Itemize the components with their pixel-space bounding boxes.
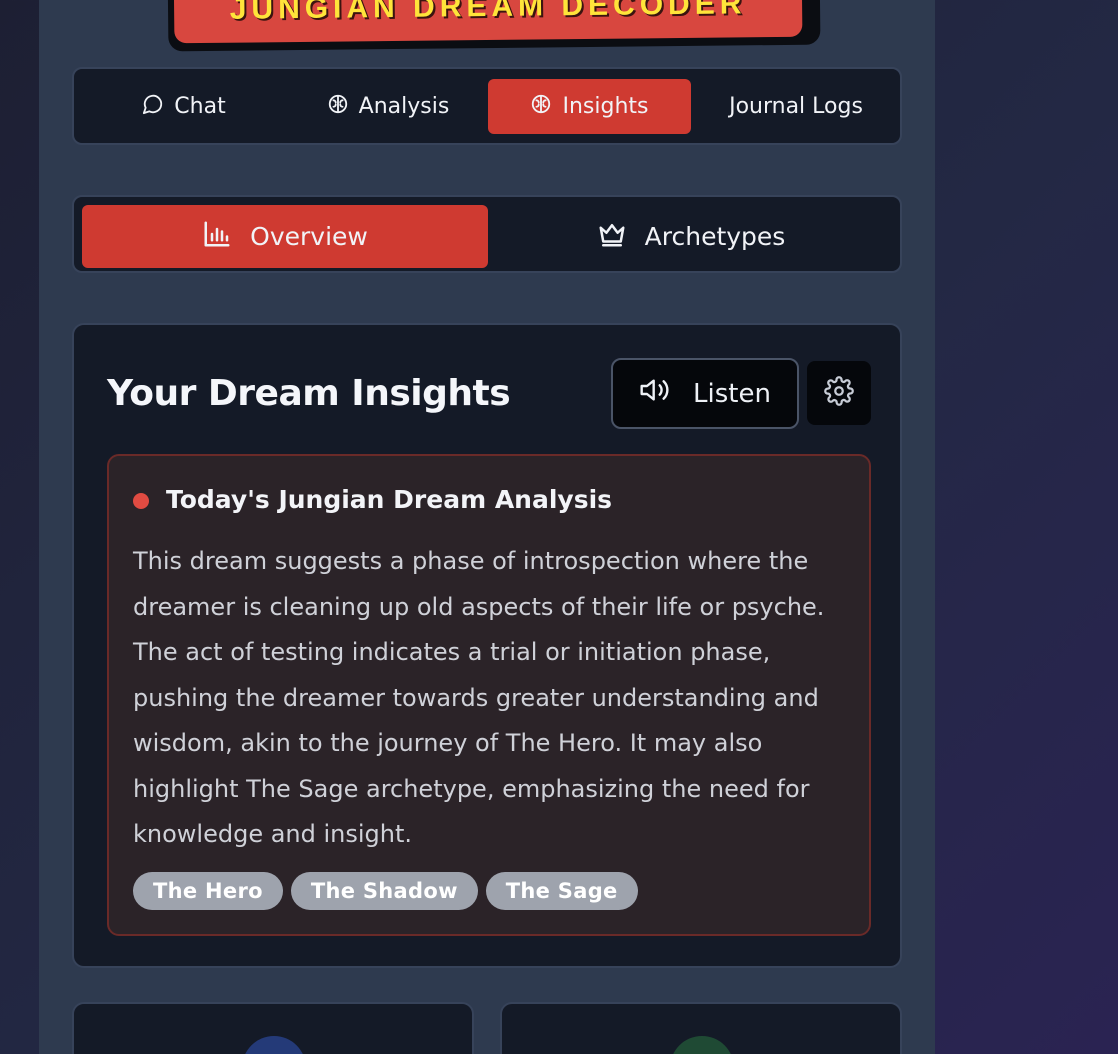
archetype-tag: The Shadow <box>290 872 478 910</box>
insights-sub-nav: Overview Archetypes <box>72 195 902 273</box>
stat-icon <box>670 1036 734 1054</box>
main-nav: Chat Analysis Insights Journal Logs <box>72 67 902 145</box>
tab-insights[interactable]: Insights <box>488 79 691 134</box>
page-title: Your Dream Insights <box>107 373 511 414</box>
tab-insights-label: Insights <box>562 94 649 119</box>
tab-archetypes[interactable]: Archetypes <box>488 205 894 268</box>
archetype-tag: The Sage <box>485 872 638 910</box>
gear-icon <box>824 376 854 410</box>
status-dot <box>133 493 149 509</box>
analysis-text: This dream suggests a phase of introspec… <box>133 547 825 848</box>
heart-icon <box>242 1036 306 1054</box>
listen-label: Listen <box>693 378 771 409</box>
listen-button[interactable]: Listen <box>611 358 799 429</box>
archetype-tags: The Hero The Shadow The Sage <box>133 872 638 910</box>
chat-bubble-icon <box>142 93 164 121</box>
tab-analysis[interactable]: Analysis <box>288 79 488 134</box>
title-banner: JUNGIAN DREAM DECODER <box>173 0 803 44</box>
stat-card <box>500 1002 902 1054</box>
app-title: JUNGIAN DREAM DECODER <box>229 0 747 26</box>
tab-archetypes-label: Archetypes <box>644 222 786 251</box>
insights-card: Your Dream Insights Listen Today's Jungi… <box>72 323 902 968</box>
bar-chart-icon <box>202 219 232 255</box>
brain-icon <box>327 93 349 121</box>
stat-card <box>72 1002 474 1054</box>
brain-icon <box>530 93 552 121</box>
voice-settings-button[interactable] <box>807 361 871 425</box>
analysis-title: Today's Jungian Dream Analysis <box>166 485 613 514</box>
tab-chat-label: Chat <box>174 94 226 119</box>
archetype-tag: The Hero <box>133 872 283 910</box>
tab-overview[interactable]: Overview <box>82 205 488 268</box>
tab-journal-logs[interactable]: Journal Logs <box>698 79 894 134</box>
tab-analysis-label: Analysis <box>358 94 450 119</box>
tab-chat[interactable]: Chat <box>86 79 282 134</box>
crown-icon <box>597 219 627 255</box>
tab-overview-label: Overview <box>250 222 368 251</box>
dream-analysis-panel: Today's Jungian Dream Analysis This drea… <box>107 454 871 936</box>
speaker-icon <box>639 374 671 413</box>
tab-journal-logs-label: Journal Logs <box>729 94 863 119</box>
